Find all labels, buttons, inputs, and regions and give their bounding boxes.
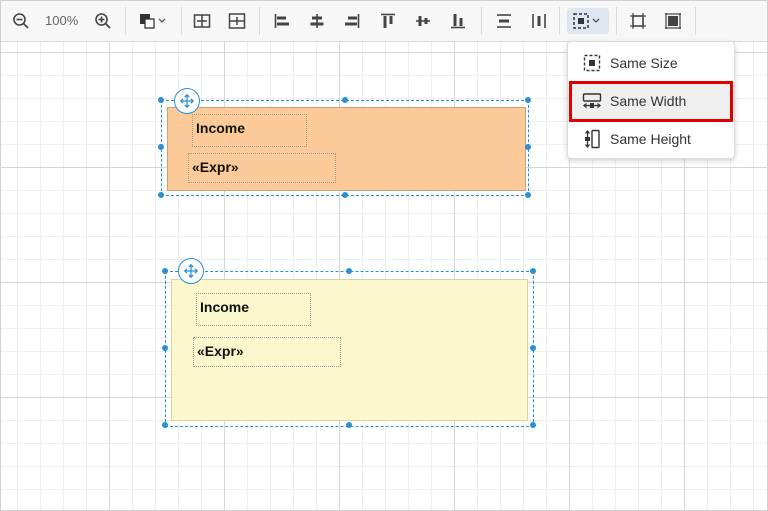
align-left-icon (274, 14, 289, 28)
size-to-grid-icon (665, 13, 681, 29)
resize-handle[interactable] (158, 192, 164, 198)
align-right-icon (345, 14, 360, 28)
resize-handle[interactable] (530, 345, 536, 351)
resize-handle[interactable] (346, 422, 352, 428)
zoom-in-button[interactable] (90, 8, 116, 34)
resize-handle[interactable] (525, 97, 531, 103)
zoom-level[interactable]: 100% (45, 13, 78, 28)
resize-handle[interactable] (342, 192, 348, 198)
resize-handle[interactable] (162, 345, 168, 351)
resize-handle[interactable] (346, 268, 352, 274)
border-horizontal-button[interactable] (189, 8, 215, 34)
align-bottom-icon (451, 14, 465, 29)
align-center-button[interactable] (304, 8, 330, 34)
income-label[interactable]: Income (196, 293, 311, 326)
resize-handle[interactable] (158, 97, 164, 103)
toolbar: 100% (1, 1, 767, 42)
menu-item-label: Same Height (610, 131, 691, 147)
distribute-horizontal-icon (497, 14, 511, 28)
expr-field[interactable]: «Expr» (188, 153, 336, 183)
move-icon (179, 93, 195, 109)
move-handle-band-1[interactable] (174, 88, 200, 114)
zoom-in-icon (95, 13, 111, 29)
callout-highlight (569, 81, 733, 122)
distribute-horizontal-button[interactable] (491, 8, 517, 34)
income-label[interactable]: Income (192, 114, 307, 147)
size-to-grid-button[interactable] (660, 8, 686, 34)
resize-handle[interactable] (162, 268, 168, 274)
align-middle-icon (416, 16, 430, 26)
same-size-icon (580, 51, 604, 75)
resize-handle[interactable] (530, 268, 536, 274)
align-top-icon (381, 13, 395, 28)
resize-handle[interactable] (342, 97, 348, 103)
align-bottom-button[interactable] (445, 8, 471, 34)
same-height-icon (580, 127, 604, 151)
align-right-button[interactable] (339, 8, 365, 34)
align-top-button[interactable] (375, 8, 401, 34)
fill-color-icon (140, 14, 166, 29)
distribute-vertical-icon (532, 14, 546, 28)
resize-handle[interactable] (525, 192, 531, 198)
same-size-dropdown-button[interactable] (567, 8, 609, 34)
resize-handle[interactable] (158, 144, 164, 150)
border-horizontal-icon (193, 14, 211, 28)
resize-handle[interactable] (530, 422, 536, 428)
border-vertical-button[interactable] (224, 8, 250, 34)
distribute-vertical-button[interactable] (526, 8, 552, 34)
fill-color-dropdown[interactable] (134, 8, 172, 34)
zoom-out-button[interactable] (8, 8, 34, 34)
align-middle-button[interactable] (410, 8, 436, 34)
menu-item-same-size[interactable]: Same Size (568, 45, 734, 81)
same-size-icon (573, 13, 600, 29)
zoom-out-icon (13, 13, 29, 29)
menu-item-same-height[interactable]: Same Height (568, 121, 734, 157)
expr-field[interactable]: «Expr» (193, 337, 341, 367)
border-vertical-icon (228, 13, 246, 29)
fit-to-grid-button[interactable] (625, 8, 651, 34)
move-handle-band-2[interactable] (178, 258, 204, 284)
fit-to-grid-icon (630, 13, 646, 29)
resize-handle[interactable] (162, 422, 168, 428)
move-icon (183, 263, 199, 279)
menu-item-label: Same Size (610, 55, 678, 71)
designer-window: 100% Income «Expr» Income «Expr» Same Si… (0, 0, 768, 511)
align-left-button[interactable] (269, 8, 295, 34)
resize-handle[interactable] (525, 144, 531, 150)
align-center-icon (310, 14, 324, 28)
